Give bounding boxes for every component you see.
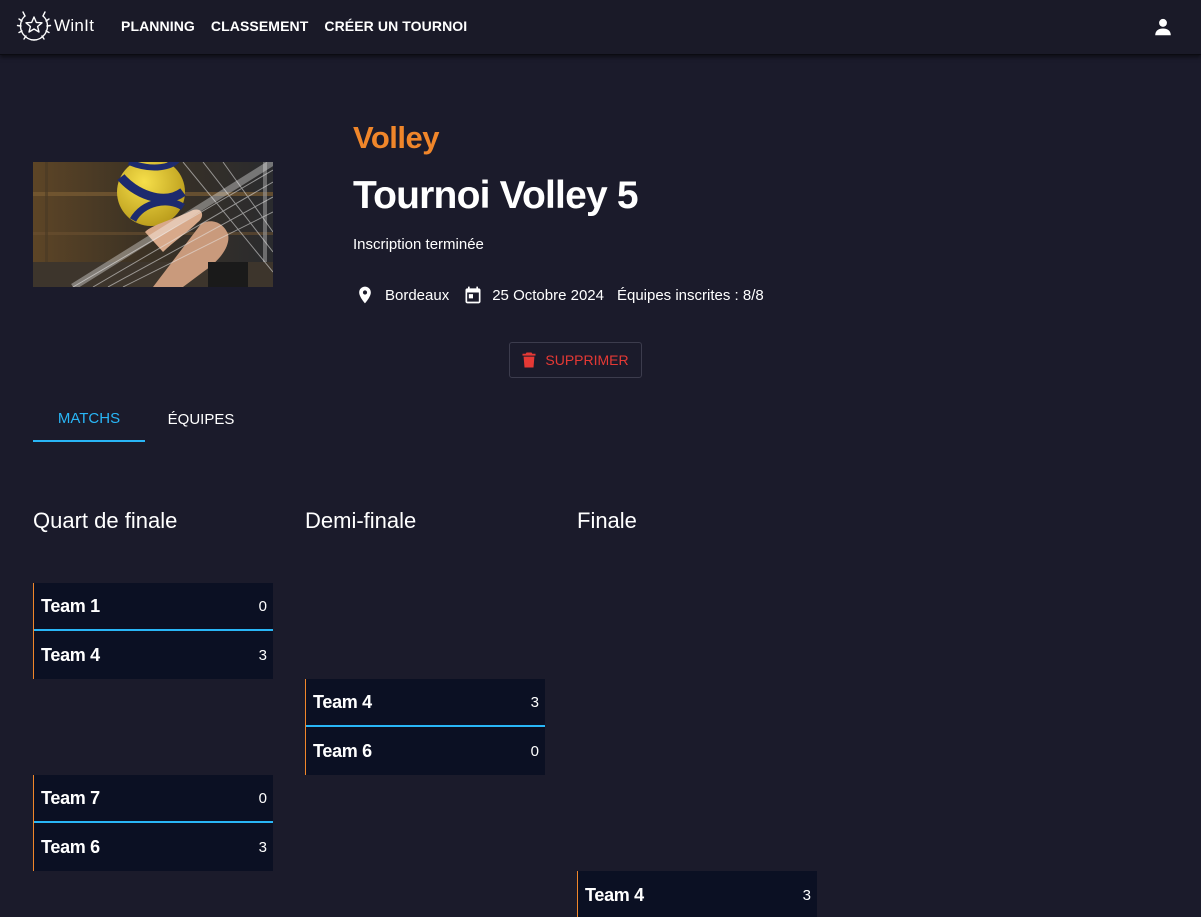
- nav-planning[interactable]: PLANNING: [121, 18, 195, 34]
- account-icon[interactable]: [1152, 16, 1174, 38]
- location-text: Bordeaux: [385, 286, 450, 304]
- match-card[interactable]: Team 4 3: [577, 871, 817, 917]
- round-title-semi: Demi-finale: [305, 508, 417, 533]
- team-score: 3: [530, 693, 539, 711]
- main-nav: PLANNING CLASSEMENT CRÉER UN TOURNOI: [121, 18, 467, 34]
- brand-name: WinIt: [54, 16, 95, 35]
- laurel-star-icon: [16, 11, 52, 41]
- calendar-icon: [465, 286, 481, 304]
- team-score: 3: [258, 646, 267, 664]
- team-name: Team 4: [41, 644, 100, 665]
- team-score: 0: [258, 789, 267, 807]
- match-team-row: Team 1 0: [34, 583, 273, 631]
- match-card[interactable]: Team 7 0 Team 6 3: [33, 775, 273, 871]
- volleyball-photo: [33, 162, 273, 287]
- tournament-meta: Bordeaux 25 Octobre 2024 Équipes inscrit…: [355, 284, 764, 306]
- team-name: Team 7: [41, 787, 100, 808]
- match-team-row: Team 6 3: [34, 823, 273, 871]
- tournament-title: Tournoi Volley 5: [353, 174, 639, 217]
- nav-classement[interactable]: CLASSEMENT: [211, 18, 308, 34]
- match-team-row: Team 6 0: [306, 727, 545, 775]
- match-card[interactable]: Team 1 0 Team 4 3: [33, 583, 273, 679]
- map-pin-icon: [359, 286, 371, 304]
- match-team-row: Team 4 3: [34, 631, 273, 679]
- tournament-tabs: MATCHS ÉQUIPES: [33, 396, 257, 442]
- team-name: Team 6: [313, 740, 372, 761]
- tournament-sport: Volley: [353, 120, 440, 155]
- team-score: 3: [258, 838, 267, 856]
- nav-create-tournament[interactable]: CRÉER UN TOURNOI: [324, 18, 467, 34]
- delete-button-label: SUPPRIMER: [545, 352, 629, 368]
- team-score: 3: [802, 886, 811, 904]
- trash-icon: [522, 352, 536, 368]
- round-title-quarter: Quart de finale: [33, 508, 178, 533]
- tab-matchs[interactable]: MATCHS: [33, 396, 145, 442]
- delete-button[interactable]: SUPPRIMER: [509, 342, 642, 378]
- match-team-row: Team 4 3: [578, 871, 817, 917]
- tournament-image: [33, 162, 273, 287]
- round-title-final: Finale: [577, 508, 637, 533]
- top-navbar: WinIt PLANNING CLASSEMENT CRÉER UN TOURN…: [0, 0, 1201, 55]
- date-text: 25 Octobre 2024: [492, 286, 604, 304]
- team-name: Team 4: [313, 691, 372, 712]
- team-score: 0: [258, 597, 267, 615]
- team-name: Team 1: [41, 595, 100, 616]
- registration-status: Inscription terminée: [353, 236, 484, 253]
- match-team-row: Team 4 3: [306, 679, 545, 727]
- team-score: 0: [530, 742, 539, 760]
- brand-logo[interactable]: WinIt: [16, 9, 94, 43]
- team-name: Team 6: [41, 836, 100, 857]
- match-card[interactable]: Team 4 3 Team 6 0: [305, 679, 545, 775]
- match-team-row: Team 7 0: [34, 775, 273, 823]
- tab-equipes[interactable]: ÉQUIPES: [145, 396, 257, 442]
- team-name: Team 4: [585, 884, 644, 905]
- teams-registered-text: Équipes inscrites : 8/8: [616, 286, 764, 304]
